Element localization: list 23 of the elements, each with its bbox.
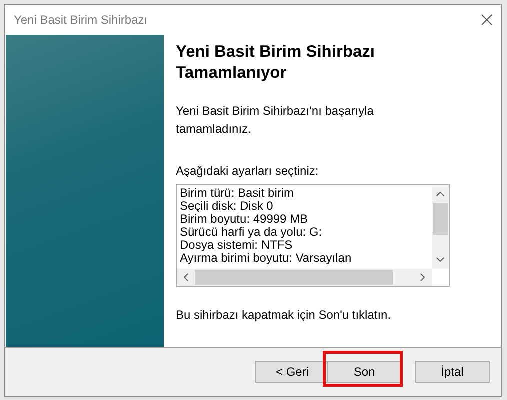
setting-line: Ayırma birimi boyutu: Varsayılan bbox=[180, 252, 353, 265]
wizard-button[interactable]: İptal bbox=[415, 361, 490, 383]
vertical-scrollbar[interactable] bbox=[432, 185, 449, 269]
scrollbar-thumb[interactable] bbox=[195, 270, 393, 285]
horizontal-scrollbar[interactable] bbox=[177, 269, 432, 286]
scroll-left-icon[interactable] bbox=[183, 273, 189, 282]
setting-line: Dosya sistemi: NTFS bbox=[180, 239, 293, 252]
closing-note: Bu sihirbazı kapatmak için Son'u tıklatın. bbox=[176, 307, 392, 324]
scroll-down-icon[interactable] bbox=[436, 257, 445, 263]
wizard-button[interactable]: Son bbox=[327, 361, 402, 383]
setting-line: Seçili disk: Disk 0 bbox=[180, 200, 274, 213]
scroll-right-icon[interactable] bbox=[420, 273, 426, 282]
close-icon[interactable] bbox=[481, 14, 493, 26]
scroll-up-icon[interactable] bbox=[436, 191, 445, 197]
scrollbar-thumb[interactable] bbox=[433, 203, 448, 235]
setting-line: Sürücü harfi ya da yolu: G: bbox=[180, 226, 324, 239]
wizard-heading: Yeni Basit Birim Sihirbazı Tamamlanıyor bbox=[176, 42, 376, 84]
settings-label: Aşağıdaki ayarları seçtiniz: bbox=[176, 163, 320, 180]
intro-text: Yeni Basit Birim Sihirbazı'nı başarıyla tamamladınız. bbox=[176, 103, 375, 138]
setting-line: Birim boyutu: 49999 MB bbox=[180, 213, 310, 226]
setting-line: Birim türü: Basit birim bbox=[180, 187, 296, 200]
wizard-button[interactable]: < Geri bbox=[255, 361, 330, 383]
window-title: Yeni Basit Birim Sihirbazı bbox=[14, 12, 148, 28]
